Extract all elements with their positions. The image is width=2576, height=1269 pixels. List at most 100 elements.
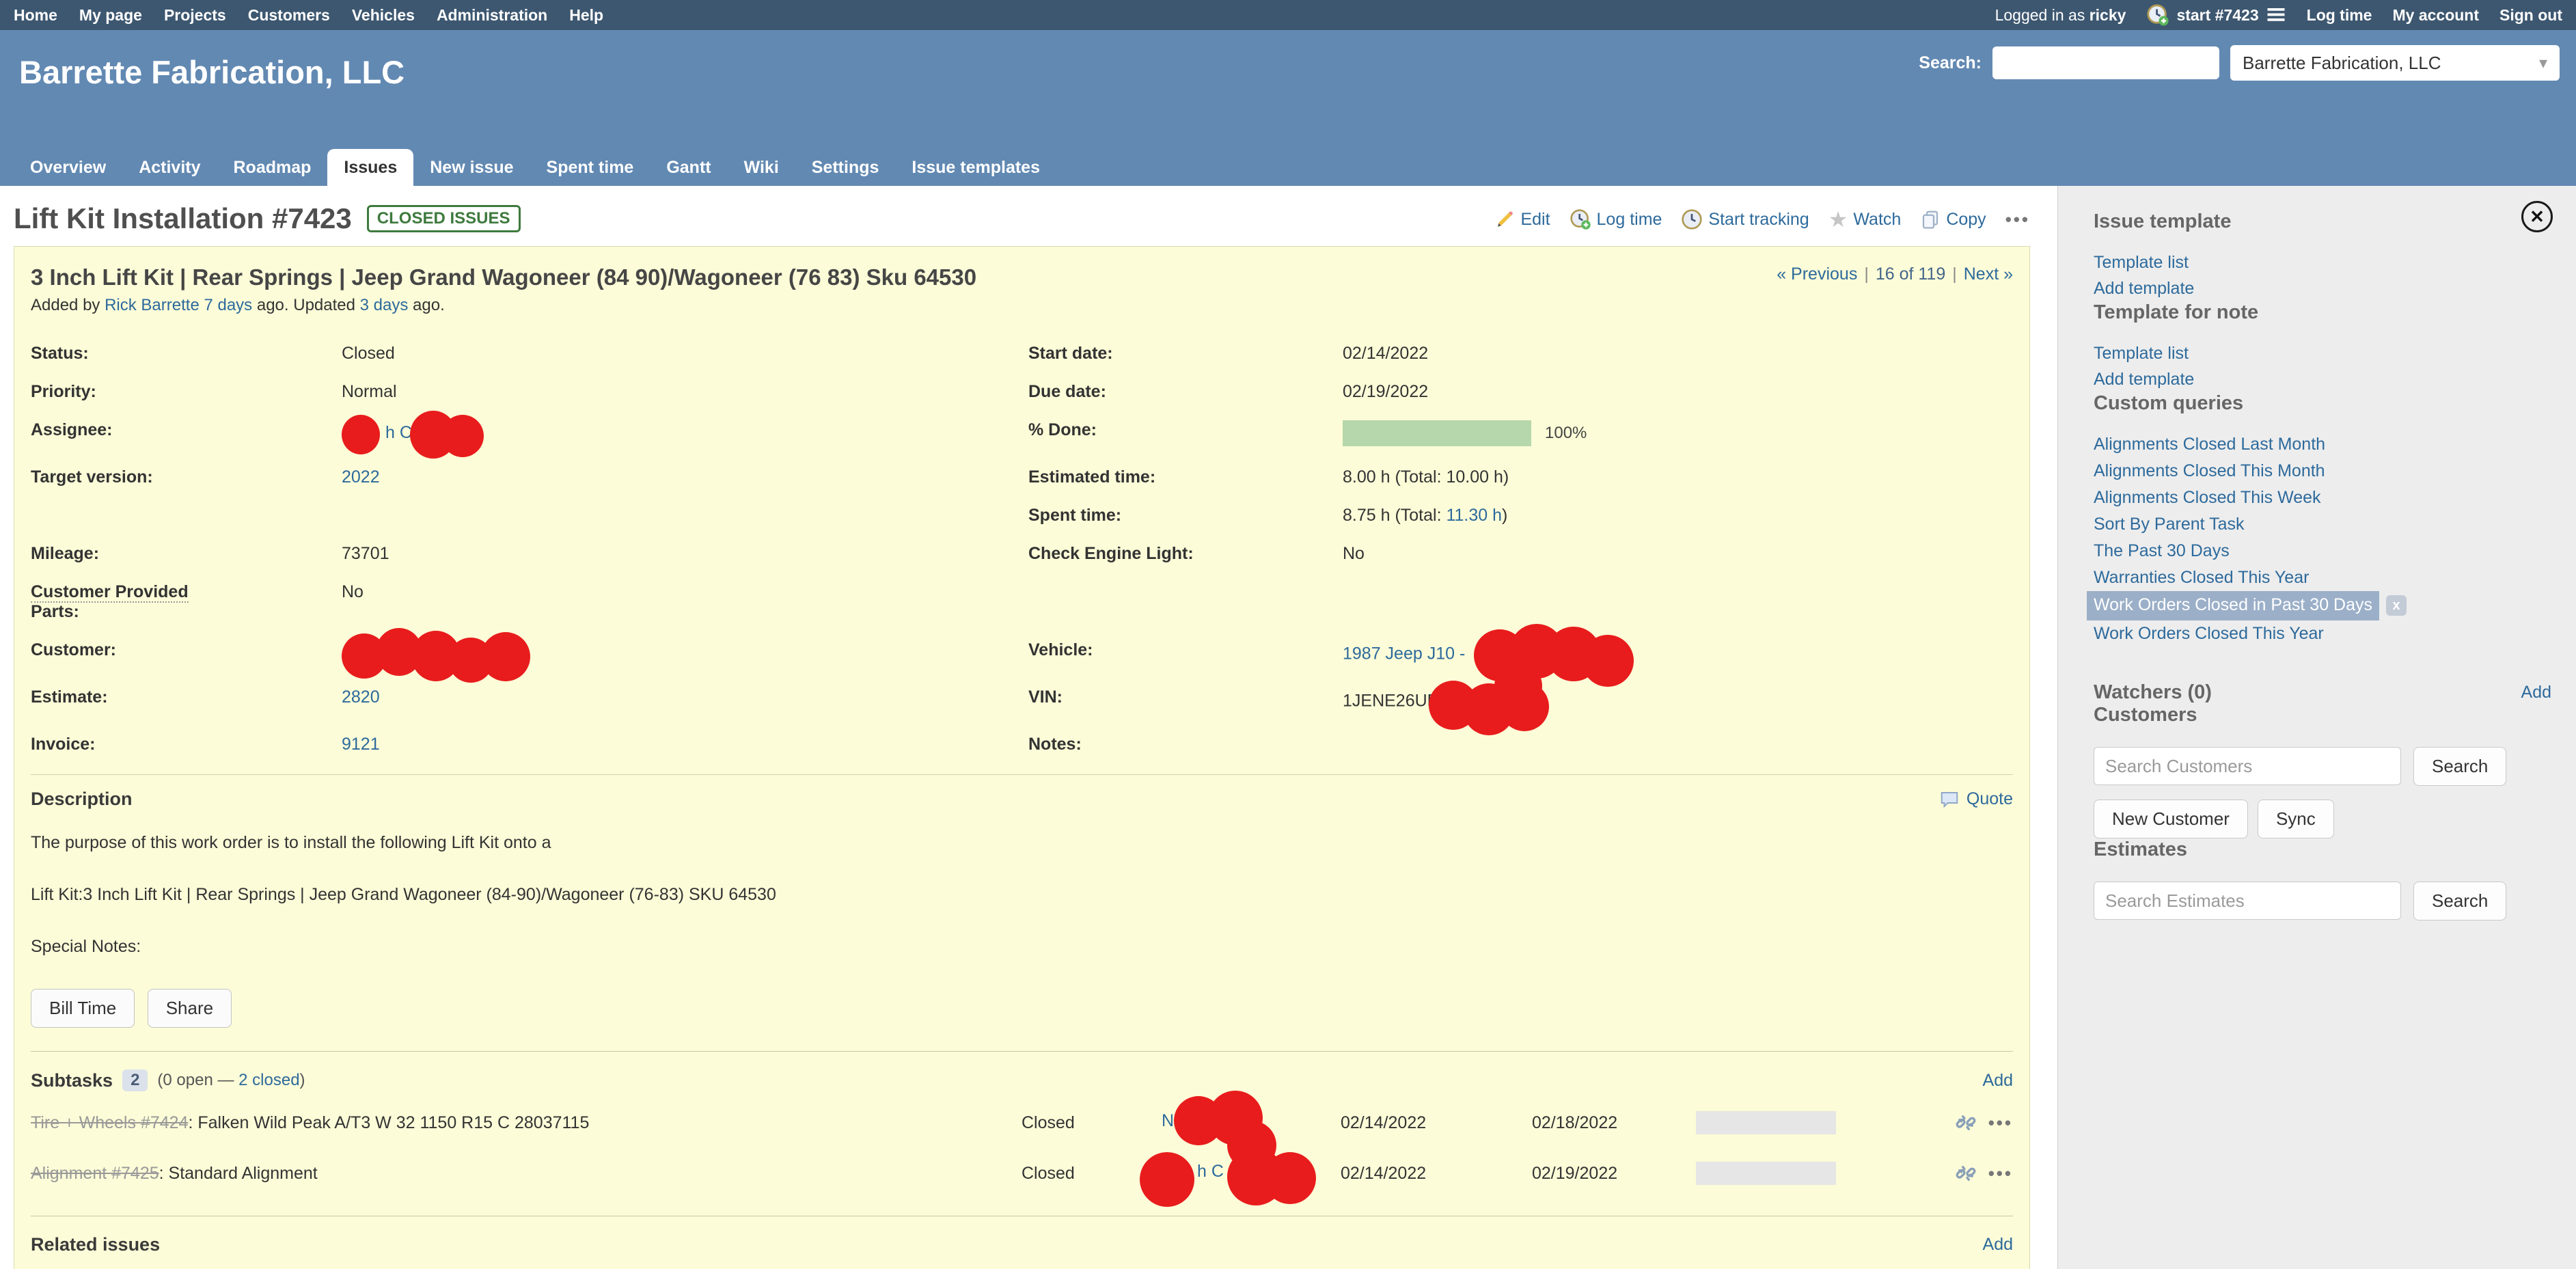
tab-activity[interactable]: Activity xyxy=(122,149,217,186)
note-add-template-link[interactable]: Add template xyxy=(2094,366,2551,392)
query-link[interactable]: Alignments Closed This Week xyxy=(2094,485,2551,511)
customers-search-button[interactable]: Search xyxy=(2413,747,2506,786)
query-link[interactable]: Work Orders Closed This Year xyxy=(2094,620,2551,647)
progress-percent: 100% xyxy=(1545,424,1587,442)
add-related-issue-link[interactable]: Add xyxy=(1983,1235,2013,1255)
redaction-blob xyxy=(1438,687,1554,716)
search-label: Search: xyxy=(1919,53,1982,73)
share-button[interactable]: Share xyxy=(148,989,232,1028)
top-menu: Home My page Projects Customers Vehicles… xyxy=(14,6,603,25)
new-customer-button[interactable]: New Customer xyxy=(2094,800,2248,838)
clock-plus-icon xyxy=(1570,208,1591,230)
sync-button[interactable]: Sync xyxy=(2258,800,2334,838)
status-badge: CLOSED ISSUES xyxy=(367,205,521,232)
menu-home[interactable]: Home xyxy=(14,6,57,25)
query-link[interactable]: Alignments Closed This Month xyxy=(2094,458,2551,485)
status-value: Closed xyxy=(342,344,1028,382)
search-input[interactable] xyxy=(1992,46,2219,79)
target-version-link[interactable]: 2022 xyxy=(342,467,380,487)
customers-search-input[interactable] xyxy=(2094,747,2401,785)
star-icon: ★ xyxy=(1828,206,1848,232)
start-tracking-shortcut[interactable]: start #7423 xyxy=(2146,3,2286,27)
divider xyxy=(31,774,2013,775)
closed-subtasks-link[interactable]: 2 closed xyxy=(238,1071,299,1089)
tab-roadmap[interactable]: Roadmap xyxy=(217,149,328,186)
add-watcher-link[interactable]: Add xyxy=(2521,683,2551,702)
subtask-assignee-link[interactable]: N xyxy=(1162,1111,1174,1131)
more-actions-button[interactable]: ••• xyxy=(2005,209,2030,230)
query-link-selected[interactable]: Work Orders Closed in Past 30 Days xyxy=(2087,591,2379,620)
customer-value xyxy=(342,640,1028,687)
menu-customers[interactable]: Customers xyxy=(248,6,330,25)
copy-icon xyxy=(1920,209,1941,230)
query-link[interactable]: Warranties Closed This Year xyxy=(2094,564,2551,591)
author-link[interactable]: Rick Barrette xyxy=(105,296,200,314)
add-template-link[interactable]: Add template xyxy=(2094,275,2551,301)
add-subtask-link[interactable]: Add xyxy=(1983,1071,2013,1091)
menu-help[interactable]: Help xyxy=(569,6,603,25)
tab-settings[interactable]: Settings xyxy=(795,149,896,186)
estimated-time-label: Estimated time: xyxy=(1028,467,1343,506)
assignee-link[interactable]: h C xyxy=(385,423,412,443)
estimates-search-button[interactable]: Search xyxy=(2413,882,2506,920)
query-link[interactable]: Alignments Closed Last Month xyxy=(2094,431,2551,458)
start-tracking-action[interactable]: Start tracking xyxy=(1681,208,1809,230)
quote-link[interactable]: Quote xyxy=(1939,789,2013,810)
log-time-action[interactable]: Log time xyxy=(1570,208,1662,230)
target-version-label: Target version: xyxy=(31,467,342,506)
template-list-link[interactable]: Template list xyxy=(2094,249,2551,275)
subtask-more-button[interactable]: ••• xyxy=(1988,1113,2013,1134)
assignee-value: h C xyxy=(342,420,1028,467)
page-title: Lift Kit Installation #7423 xyxy=(14,202,352,235)
unlink-icon[interactable] xyxy=(1954,1162,1977,1185)
estimate-link[interactable]: 2820 xyxy=(342,687,380,707)
tab-issues[interactable]: Issues xyxy=(327,149,413,186)
vehicle-link[interactable]: 1987 Jeep J10 - xyxy=(1343,644,1465,664)
unlink-icon[interactable] xyxy=(1954,1111,1977,1134)
tab-issue-templates[interactable]: Issue templates xyxy=(895,149,1056,186)
watch-action[interactable]: ★Watch xyxy=(1828,206,1902,232)
username-link[interactable]: ricky xyxy=(2089,6,2126,24)
spent-total-link[interactable]: 11.30 h xyxy=(1446,506,1502,525)
menu-projects[interactable]: Projects xyxy=(164,6,226,25)
close-icon[interactable]: ✕ xyxy=(2521,201,2553,232)
added-ago-link[interactable]: 7 days xyxy=(204,296,252,314)
delete-query-icon[interactable]: x xyxy=(2386,595,2407,616)
issue-actions: Edit Log time Start tracking ★Watch xyxy=(1494,206,2030,232)
priority-label: Priority: xyxy=(31,382,342,420)
tab-new-issue[interactable]: New issue xyxy=(413,149,530,186)
tab-wiki[interactable]: Wiki xyxy=(728,149,795,186)
query-link[interactable]: Sort By Parent Task xyxy=(2094,511,2551,538)
edit-action[interactable]: Edit xyxy=(1494,209,1550,230)
spent-time-value: 8.75 h (Total: 11.30 h) xyxy=(1343,506,2013,544)
tab-gantt[interactable]: Gantt xyxy=(650,149,727,186)
log-time-link[interactable]: Log time xyxy=(2307,6,2372,25)
tab-overview[interactable]: Overview xyxy=(14,149,122,186)
subtask-more-button[interactable]: ••• xyxy=(1988,1163,2013,1184)
tab-spent-time[interactable]: Spent time xyxy=(530,149,650,186)
menu-administration[interactable]: Administration xyxy=(437,6,547,25)
sign-out-link[interactable]: Sign out xyxy=(2499,6,2562,25)
my-account-link[interactable]: My account xyxy=(2392,6,2479,25)
menu-my-page[interactable]: My page xyxy=(79,6,142,25)
subtask-start-date: 02/14/2022 xyxy=(1341,1164,1532,1184)
estimates-search-input[interactable] xyxy=(2094,882,2401,920)
clock-icon xyxy=(1681,208,1703,230)
subtasks-count-badge: 2 xyxy=(122,1069,148,1091)
redaction-blob: h C xyxy=(1162,1159,1291,1188)
previous-link[interactable]: « Previous xyxy=(1777,264,1857,284)
note-template-list-link[interactable]: Template list xyxy=(2094,340,2551,366)
bill-time-button[interactable]: Bill Time xyxy=(31,989,135,1028)
invoice-link[interactable]: 9121 xyxy=(342,735,380,754)
watchers-heading: Watchers (0) xyxy=(2094,681,2212,704)
subtask-link[interactable]: Tire + Wheels #7424 xyxy=(31,1113,188,1132)
next-link[interactable]: Next » xyxy=(1964,264,2013,284)
updated-ago-link[interactable]: 3 days xyxy=(360,296,409,314)
query-link[interactable]: The Past 30 Days xyxy=(2094,538,2551,564)
issue-authorship: Added by Rick Barrette 7 days ago. Updat… xyxy=(31,296,2013,315)
project-selector[interactable]: Barrette Fabrication, LLC ▾ xyxy=(2230,45,2560,81)
menu-vehicles[interactable]: Vehicles xyxy=(352,6,415,25)
copy-action[interactable]: Copy xyxy=(1920,209,1986,230)
subtask-assignee-link[interactable]: h C xyxy=(1197,1162,1224,1182)
subtask-link[interactable]: Alignment #7425 xyxy=(31,1164,159,1183)
